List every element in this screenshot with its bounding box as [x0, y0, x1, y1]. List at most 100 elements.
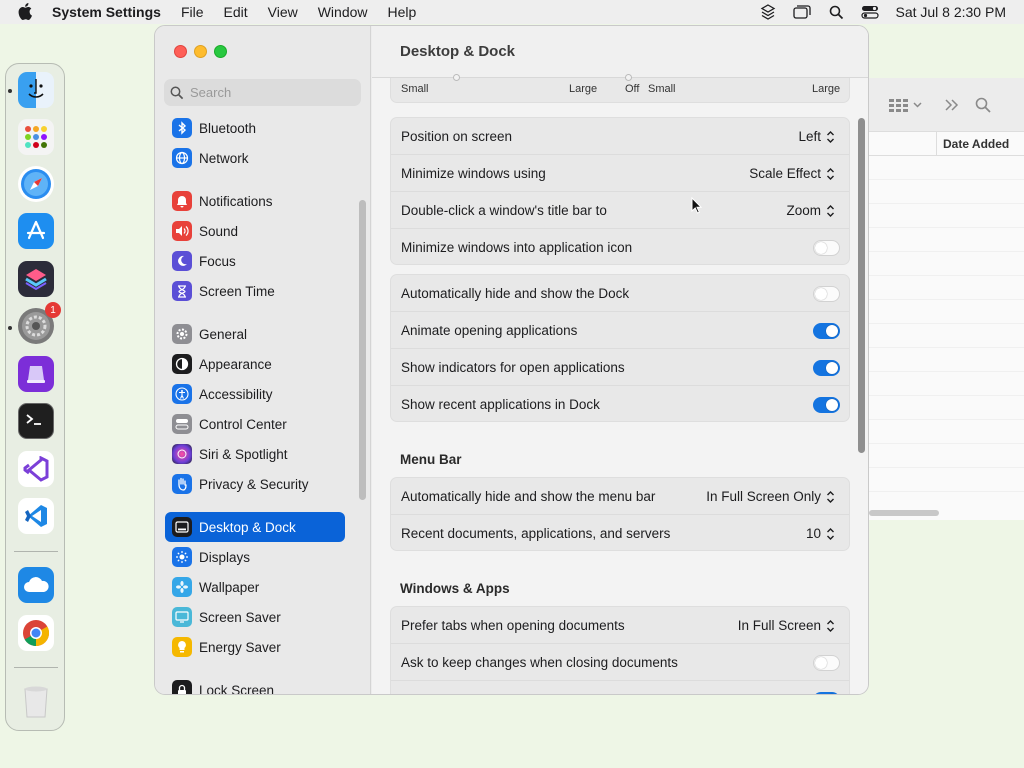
menu-file[interactable]: File: [181, 4, 204, 20]
animate-opening-apps-toggle[interactable]: [813, 323, 840, 339]
auto-hide-menu-bar-select[interactable]: In Full Screen Only: [706, 478, 835, 515]
sidebar-item-sound[interactable]: Sound: [165, 216, 345, 246]
file-row: [869, 324, 1024, 348]
size-slider-max-label: Large: [569, 83, 598, 95]
terminal-icon[interactable]: [18, 403, 54, 439]
size-magnification-panel: Small Large Off Small Large: [390, 74, 850, 103]
sidebar-item-siri-spotlight[interactable]: Siri & Spotlight: [165, 439, 345, 469]
select-value: Scale Effect: [749, 166, 821, 181]
sidebar-item-label: Displays: [199, 549, 251, 565]
sidebar-item-energy-saver[interactable]: Energy Saver: [165, 632, 345, 662]
double-click-title-bar-select[interactable]: Zoom: [786, 192, 835, 229]
sidebar-item-accessibility[interactable]: Accessibility: [165, 379, 345, 409]
auto-hide-menu-bar-row: Automatically hide and show the menu bar…: [391, 478, 849, 515]
recent-items-select[interactable]: 10: [806, 515, 835, 552]
chevron-double-right-icon[interactable]: [945, 98, 959, 111]
apple-configurator-icon[interactable]: [18, 356, 54, 392]
setting-label: Automatically hide and show the Dock: [401, 285, 630, 301]
sidebar-item-screen-saver[interactable]: Screen Saver: [165, 602, 345, 632]
shortcuts-icon[interactable]: [18, 261, 54, 297]
toggle-knob: [815, 657, 827, 669]
menu-window[interactable]: Window: [318, 4, 368, 20]
sidebar-item-appearance[interactable]: Appearance: [165, 349, 345, 379]
dock-separator: [14, 667, 58, 668]
setting-label: Animate opening applications: [401, 322, 578, 338]
grid-view-icon[interactable]: [889, 98, 923, 112]
search-field[interactable]: Search: [164, 79, 361, 106]
sidebar-item-label: Screen Time: [199, 283, 275, 299]
toggle-knob: [815, 288, 827, 300]
horizontal-scrollbar[interactable]: [869, 510, 939, 516]
visual-studio-icon[interactable]: [18, 451, 54, 487]
setting-label: Show recent applications in Dock: [401, 397, 600, 412]
finder-icon[interactable]: [18, 72, 54, 108]
app-store-icon[interactable]: [18, 213, 54, 249]
date-added-column-header[interactable]: Date Added: [936, 131, 1009, 156]
minimize-into-app-icon-toggle[interactable]: [813, 240, 840, 256]
menu-view[interactable]: View: [268, 4, 298, 20]
mouse-cursor-icon: [691, 196, 703, 217]
safari-icon[interactable]: [18, 166, 54, 202]
file-row: [869, 180, 1024, 204]
ask-keep-changes-row: Ask to keep changes when closing documen…: [391, 644, 849, 681]
icloud-drive-icon[interactable]: [18, 567, 54, 603]
content-scrollbar[interactable]: [858, 118, 865, 453]
minimize-button[interactable]: [194, 45, 207, 58]
sidebar-item-focus[interactable]: Focus: [165, 246, 345, 276]
control-center-icon[interactable]: [859, 0, 881, 24]
trash-icon[interactable]: [18, 684, 54, 720]
dock-separator: [14, 551, 58, 552]
show-recent-apps-toggle[interactable]: [813, 397, 840, 413]
sidebar-item-lock-screen[interactable]: Lock Screen: [165, 675, 345, 694]
toggle-knob: [826, 399, 838, 411]
sidebar-item-displays[interactable]: Displays: [165, 542, 345, 572]
vscode-icon[interactable]: [18, 498, 54, 534]
menu-edit[interactable]: Edit: [224, 4, 248, 20]
file-row: [869, 444, 1024, 468]
chevron-updown-icon: [827, 204, 834, 217]
search-icon[interactable]: [825, 0, 847, 24]
finder-search-icon[interactable]: [975, 97, 991, 113]
auto-hide-dock-toggle[interactable]: [813, 286, 840, 302]
sidebar-scrollbar[interactable]: [359, 200, 366, 500]
system-settings-icon[interactable]: 1: [18, 302, 61, 344]
apple-menu-icon[interactable]: [18, 2, 38, 23]
sidebar-item-label: Notifications: [199, 193, 273, 209]
menu-clock[interactable]: Sat Jul 8 2:30 PM: [895, 4, 1006, 20]
menu-app-name[interactable]: System Settings: [52, 4, 161, 20]
ask-keep-changes-toggle[interactable]: [813, 655, 840, 671]
partially-hidden-toggle[interactable]: [813, 692, 840, 694]
close-button[interactable]: [174, 45, 187, 58]
sidebar-item-wallpaper[interactable]: Wallpaper: [165, 572, 345, 602]
prefer-tabs-select[interactable]: In Full Screen: [738, 607, 835, 644]
sidebar-item-label: General: [199, 326, 248, 342]
sidebar-item-bluetooth[interactable]: Bluetooth: [165, 113, 345, 143]
menu-help[interactable]: Help: [388, 4, 417, 20]
minimize-using-select[interactable]: Scale Effect: [749, 155, 835, 192]
launchpad-icon[interactable]: [18, 119, 54, 155]
page-title: Desktop & Dock: [372, 26, 868, 78]
chrome-icon[interactable]: [18, 615, 54, 651]
stack-icon[interactable]: [757, 0, 779, 24]
sidebar-item-privacy-security[interactable]: Privacy & Security: [165, 469, 345, 499]
minimize-into-app-icon-row: Minimize windows into application icon: [391, 229, 849, 266]
sidebar-item-control-center[interactable]: Control Center: [165, 409, 345, 439]
setting-label: Prefer tabs when opening documents: [401, 617, 625, 633]
sidebar-item-label: Desktop & Dock: [199, 519, 296, 535]
position-on-screen-select[interactable]: Left: [798, 118, 835, 155]
show-indicators-toggle[interactable]: [813, 360, 840, 376]
sidebar-item-network[interactable]: Network: [165, 143, 345, 173]
sidebar: Search Bluetooth Network Notifications S…: [155, 26, 371, 694]
windows-icon[interactable]: [791, 0, 813, 24]
zoom-button[interactable]: [214, 45, 227, 58]
sidebar-item-general[interactable]: General: [165, 319, 345, 349]
sidebar-item-label: Bluetooth: [199, 120, 257, 136]
sidebar-item-label: Screen Saver: [199, 609, 281, 625]
sidebar-item-desktop-dock[interactable]: Desktop & Dock: [165, 512, 345, 542]
partially-hidden-row: [391, 681, 849, 694]
sidebar-item-notifications[interactable]: Notifications: [165, 186, 345, 216]
sidebar-item-screen-time[interactable]: Screen Time: [165, 276, 345, 306]
position-on-screen-row: Position on screen Left: [391, 118, 849, 155]
size-slider-tick: [453, 74, 460, 81]
size-slider-min-label: Small: [401, 83, 429, 95]
